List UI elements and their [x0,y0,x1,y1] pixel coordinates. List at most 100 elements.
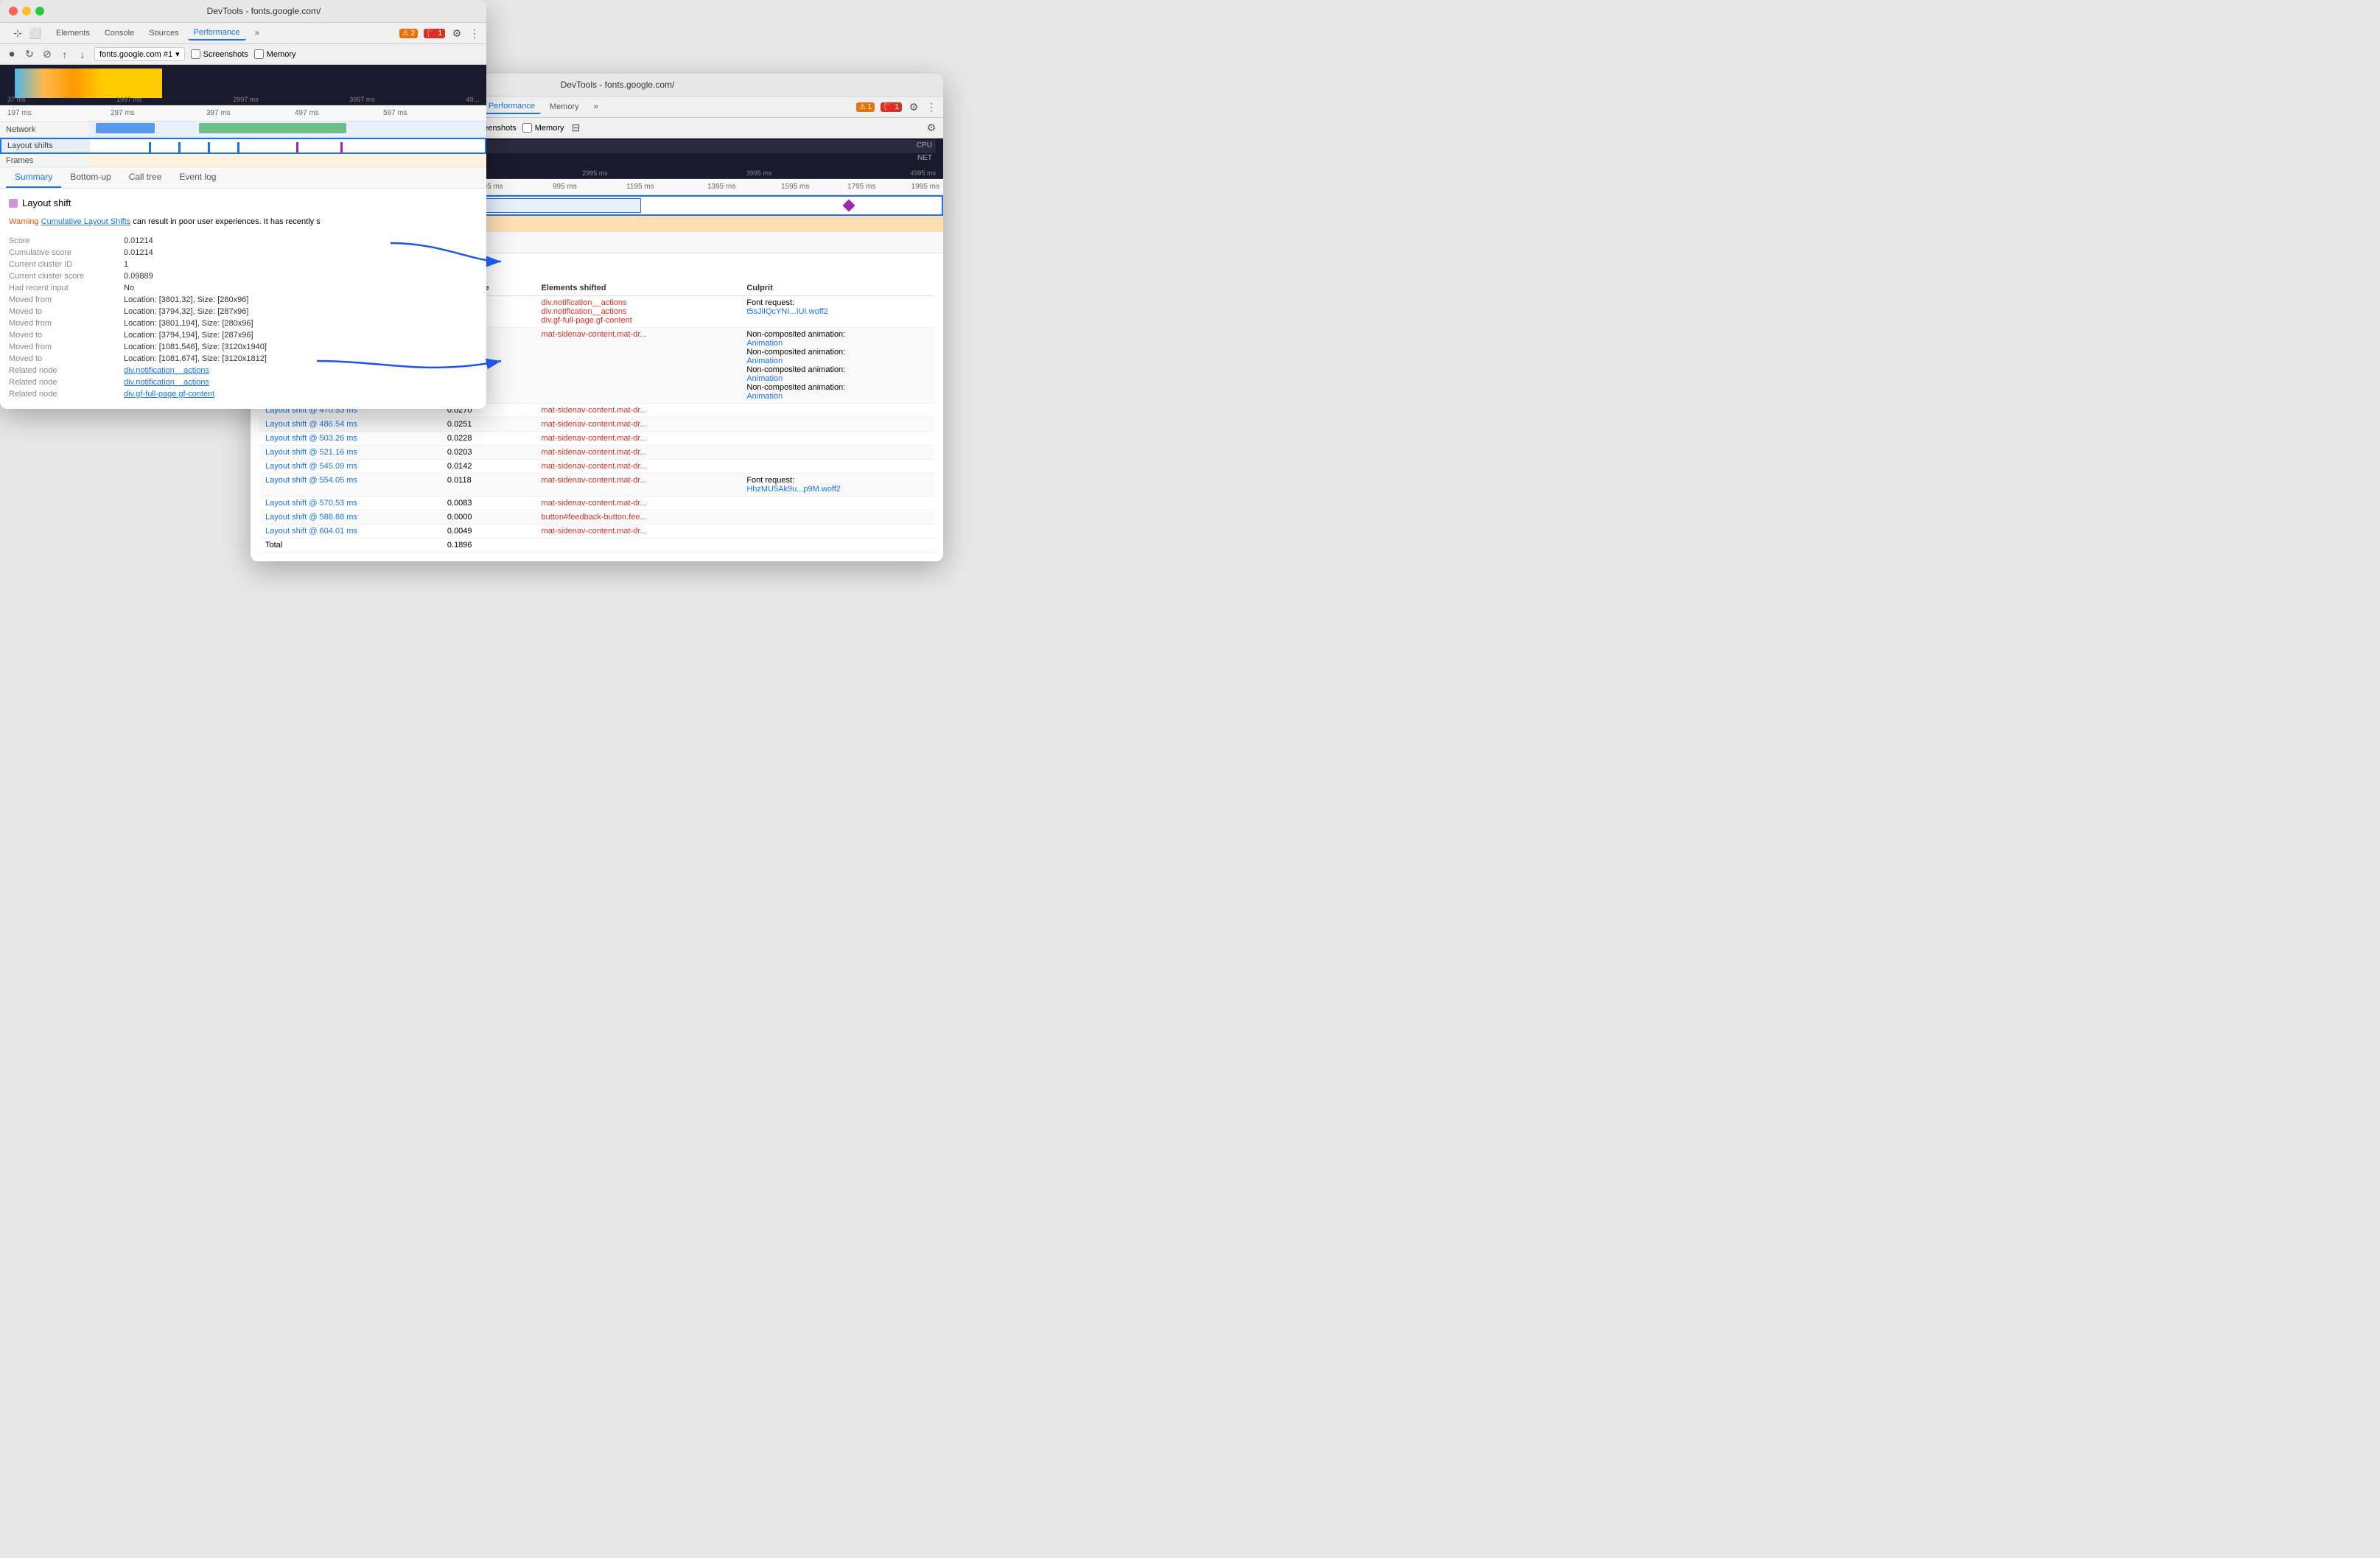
cursor-icon-front[interactable]: ⊹ [12,27,24,39]
layout-shifts-label-front: Layout shifts [1,141,90,150]
elements-10: button#feedback-button.fee... [536,510,741,524]
related-link-1[interactable]: div.notification__actions [124,366,209,375]
culprit-6 [741,446,934,460]
moved-from-2: Moved from Location: [3801,194], Size: [… [9,317,477,329]
more-icon-back[interactable]: ⋮ [925,101,937,113]
score-8: 0.0118 [441,474,536,496]
fm3: 397 ms [206,109,231,117]
elements-4: mat-sidenav-content.mat-dr... [536,418,741,432]
settings2-icon-back[interactable]: ⚙ [925,122,937,134]
tabs-front: Elements Console Sources Performance » [50,26,265,41]
warning-suffix: can result in poor user experiences. It … [133,217,320,226]
memory-check-back[interactable] [522,123,532,133]
tm4-back: 3995 ms [746,169,772,177]
moved-from-label-1: Moved from [9,295,112,304]
shift-link-9[interactable]: Layout shift @ 570.53 ms [265,499,357,508]
error-badge-back: 🚩 1 [881,102,902,112]
culprit-5 [741,432,934,446]
cumulative-label: Cumulative score [9,248,112,257]
culprit-2: Non-composited animation: Animation Non-… [741,328,934,404]
devtools-window-front: DevTools - fonts.google.com/ ⊹ ⬜ Element… [0,0,486,409]
score-9: 0.0083 [441,496,536,510]
moved-to-value-1: Location: [3794,32], Size: [287x96] [124,307,248,316]
cls-link[interactable]: Cumulative Layout Shifts [41,217,131,226]
elements-9: mat-sidenav-content.mat-dr... [536,496,741,510]
record-icon-front[interactable]: ⏺ [6,49,18,60]
shift-link-10[interactable]: Layout shift @ 588.68 ms [265,513,357,522]
table-row: Layout shift @ 486.54 ms 0.0251 mat-side… [259,418,934,432]
memory-checkbox-front[interactable]: Memory [254,49,296,59]
more-icon-front[interactable]: ⋮ [469,27,480,39]
moved-to-1: Moved to Location: [3794,32], Size: [287… [9,306,477,317]
related-link-2[interactable]: div.notification__actions [124,378,209,387]
upload-icon-front[interactable]: ↑ [59,49,71,60]
memory-checkbox-back[interactable]: Memory [522,123,564,133]
settings-icon-back[interactable]: ⚙ [908,101,920,113]
animation-link-2a[interactable]: Animation [746,339,783,348]
related-node-1: Related node div.notification__actions [9,365,477,376]
tool-icons-front: ⊹ ⬜ [12,27,41,39]
fm2: 297 ms [111,109,135,117]
timeline-activity-front [15,69,162,98]
tab-sources-front[interactable]: Sources [143,27,184,40]
elements-8: mat-sidenav-content.mat-dr... [536,474,741,496]
animation-link-2b[interactable]: Animation [746,357,783,365]
settings-icon-front[interactable]: ⚙ [451,27,463,39]
download-icon-front[interactable]: ↓ [77,49,88,60]
total-elements [536,538,741,552]
minimize-button-front[interactable] [22,7,31,15]
reload-icon-front[interactable]: ↻ [24,49,35,60]
clear-icon-front[interactable]: ⊘ [41,49,53,60]
bm10-back: 1995 ms [911,183,939,191]
shift-link-4[interactable]: Layout shift @ 486.54 ms [265,420,357,429]
bm6-back: 1195 ms [626,183,654,191]
layout-shifts-track-front[interactable]: Layout shifts [0,138,486,154]
related-link-3[interactable]: div.gf-full-page.gf-content [124,390,214,399]
address-bar-front[interactable]: fonts.google.com #1 ▾ [94,47,185,61]
tab-more-front[interactable]: » [249,27,265,40]
animation-link-2d[interactable]: Animation [746,392,783,401]
related-label-3: Related node [9,390,112,399]
shift-link-5[interactable]: Layout shift @ 503.26 ms [265,434,357,443]
culprit-8: Font request: HhzMU5Ak9u...p9M.woff2 [741,474,934,496]
tab-performance-back[interactable]: Performance [483,99,541,114]
shift-link-8[interactable]: Layout shift @ 554.05 ms [265,476,357,485]
network-icon-back[interactable]: ⊟ [570,122,582,134]
tab-call-tree-front[interactable]: Call tree [120,167,171,188]
cluster-id-value: 1 [124,260,128,269]
font-link-8[interactable]: HhzMU5Ak9u...p9M.woff2 [746,485,841,494]
maximize-button-front[interactable] [35,7,44,15]
tab-memory-back[interactable]: Memory [544,100,585,113]
frames-content-front [88,154,486,166]
recent-input-row: Had recent input No [9,282,477,294]
device-icon-front[interactable]: ⬜ [29,27,41,39]
shift-link-11[interactable]: Layout shift @ 604.01 ms [265,527,357,536]
font-link-1[interactable]: t5sJlIQcYNI...IUI.woff2 [746,307,827,316]
dropdown-arrow-front[interactable]: ▾ [175,49,180,59]
elements-1: div.notification__actions div.notificati… [536,296,741,328]
tab-elements-front[interactable]: Elements [50,27,96,40]
memory-check-front[interactable] [254,49,264,59]
table-row: Layout shift @ 545.09 ms 0.0142 mat-side… [259,460,934,474]
elements-5: mat-sidenav-content.mat-dr... [536,432,741,446]
table-row: Layout shift @ 604.01 ms 0.0049 mat-side… [259,524,934,538]
shift-link-7[interactable]: Layout shift @ 545.09 ms [265,462,357,471]
memory-label-front: Memory [267,50,296,59]
tab-performance-front[interactable]: Performance [188,26,246,41]
shift-link-6[interactable]: Layout shift @ 521.16 ms [265,448,357,457]
elements-2: mat-sidenav-content.mat-dr... [536,328,741,404]
tab-more-back[interactable]: » [588,100,604,113]
screenshots-label-front: Screenshots [203,50,248,59]
network-track-front: Network [0,122,486,138]
screenshots-check-front[interactable] [191,49,200,59]
tab-bottom-up-front[interactable]: Bottom-up [61,167,119,188]
close-button-front[interactable] [9,7,18,15]
table-row: Layout shift @ 554.05 ms 0.0118 mat-side… [259,474,934,496]
score-row: Score 0.01214 [9,235,477,247]
tab-summary-front[interactable]: Summary [6,167,61,188]
warning-row: Warning Cumulative Layout Shifts can res… [9,216,477,229]
screenshots-checkbox-front[interactable]: Screenshots [191,49,248,59]
tab-event-log-front[interactable]: Event log [170,167,225,188]
tab-console-front[interactable]: Console [99,27,140,40]
animation-link-2c[interactable]: Animation [746,374,783,383]
